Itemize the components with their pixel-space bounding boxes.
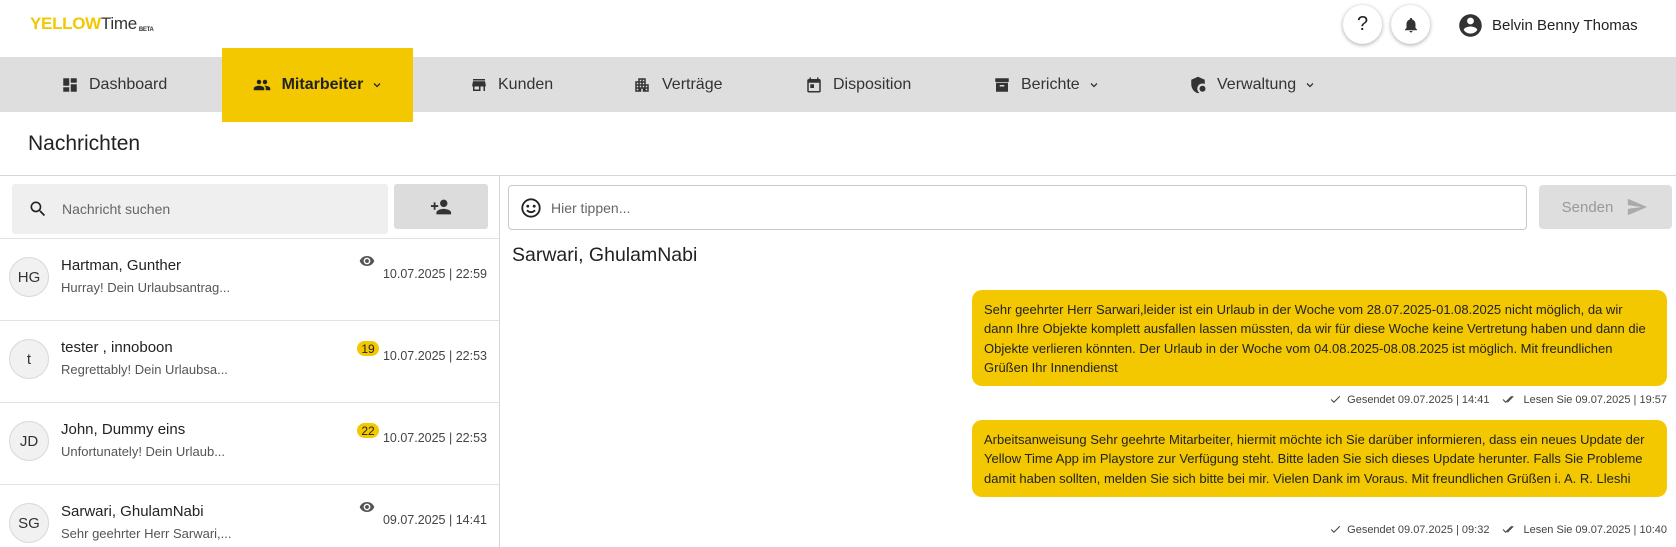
person-add-icon bbox=[430, 199, 452, 214]
check-icon bbox=[1330, 395, 1341, 403]
admin-shield-icon bbox=[1191, 76, 1206, 93]
divider bbox=[0, 175, 1676, 176]
nav-dashboard[interactable]: Dashboard bbox=[61, 57, 167, 112]
page-title: Nachrichten bbox=[28, 132, 141, 155]
message-bubble: Arbeitsanweisung Sehr geehrte Mitarbeite… bbox=[972, 420, 1667, 497]
user-menu[interactable]: Belvin Benny Thomas bbox=[1457, 12, 1638, 39]
send-label: Senden bbox=[1561, 198, 1614, 216]
avatar: HG bbox=[9, 257, 49, 297]
account-circle-icon bbox=[1459, 14, 1482, 37]
message-input[interactable] bbox=[551, 199, 1451, 216]
notifications-button[interactable] bbox=[1391, 5, 1430, 44]
contract-building-icon bbox=[635, 77, 649, 92]
emoji-icon[interactable] bbox=[520, 197, 542, 219]
nav-vertraege[interactable]: Verträge bbox=[632, 57, 722, 112]
check-icon bbox=[1330, 525, 1341, 533]
chevron-down-icon bbox=[1090, 82, 1098, 87]
unread-badge: 22 bbox=[357, 423, 379, 438]
nav-verwaltung[interactable]: Verwaltung bbox=[1189, 57, 1316, 112]
nav-kunden-label: Kunden bbox=[498, 75, 554, 93]
double-check-icon bbox=[1503, 525, 1515, 533]
logo-beta: BETA bbox=[138, 27, 154, 33]
eye-icon bbox=[359, 256, 375, 266]
nav-dashboard-label: Dashboard bbox=[89, 75, 168, 93]
nav-mitarbeiter-label: Mitarbeiter bbox=[281, 76, 364, 93]
conversation-time: 10.07.2025 | 22:59 bbox=[382, 267, 487, 281]
conversation-preview: Sehr geehrter Herr Sarwari,... bbox=[61, 526, 232, 541]
conversation-item[interactable]: t tester , innoboon Regrettably! Dein Ur… bbox=[0, 320, 499, 402]
nav-disposition[interactable]: Disposition bbox=[805, 57, 911, 112]
avatar: JD bbox=[9, 421, 49, 461]
archive-icon bbox=[995, 77, 1009, 92]
help-button[interactable]: ? bbox=[1343, 5, 1382, 44]
message-meta: Gesendet 09.07.2025 | 14:41 Lesen Sie 09… bbox=[1329, 393, 1667, 406]
avatar: t bbox=[9, 339, 49, 379]
conversation-name: John, Dummy eins bbox=[61, 421, 186, 438]
nav-kunden[interactable]: Kunden bbox=[470, 57, 553, 112]
bell-icon bbox=[1404, 17, 1417, 32]
logo-time: Time bbox=[100, 14, 137, 33]
main-nav: Dashboard Mitarbeiter Kunden Verträge Di… bbox=[0, 48, 1676, 122]
eye-icon bbox=[359, 502, 375, 512]
nav-disposition-label: Disposition bbox=[833, 75, 912, 93]
people-icon bbox=[253, 79, 270, 91]
pane-divider bbox=[499, 176, 500, 547]
sent-status: Gesendet 09.07.2025 | 09:32 bbox=[1347, 523, 1490, 536]
conversation-preview: Hurray! Dein Urlaubsantrag... bbox=[61, 280, 231, 295]
search-input[interactable] bbox=[62, 201, 362, 217]
chat-title: Sarwari, GhulamNabi bbox=[512, 244, 698, 266]
send-button[interactable]: Senden bbox=[1539, 185, 1672, 229]
avatar: SG bbox=[9, 503, 49, 543]
chevron-down-icon bbox=[373, 83, 381, 88]
user-name: Belvin Benny Thomas bbox=[1492, 17, 1638, 34]
double-check-icon bbox=[1503, 395, 1515, 403]
add-contact-button[interactable] bbox=[394, 184, 488, 229]
store-icon bbox=[472, 78, 486, 91]
calendar-icon bbox=[807, 77, 821, 92]
nav-mitarbeiter[interactable]: Mitarbeiter bbox=[222, 48, 413, 122]
conversation-preview: Regrettably! Dein Urlaubsa... bbox=[61, 362, 228, 377]
message-composer bbox=[508, 185, 1527, 230]
nav-verwaltung-label: Verwaltung bbox=[1217, 75, 1297, 93]
read-status: Lesen Sie 09.07.2025 | 19:57 bbox=[1523, 393, 1667, 406]
conversation-preview: Unfortunately! Dein Urlaub... bbox=[61, 444, 226, 459]
dashboard-icon bbox=[63, 77, 77, 92]
search-icon bbox=[30, 201, 46, 217]
read-status: Lesen Sie 09.07.2025 | 10:40 bbox=[1523, 523, 1667, 536]
help-icon: ? bbox=[1356, 13, 1369, 35]
unread-badge: 19 bbox=[357, 341, 379, 356]
search-box bbox=[12, 184, 388, 234]
nav-berichte[interactable]: Berichte bbox=[993, 57, 1100, 112]
logo-yellow: YELLOW bbox=[30, 14, 101, 33]
nav-berichte-label: Berichte bbox=[1021, 75, 1080, 93]
conversation-name: Sarwari, GhulamNabi bbox=[61, 503, 204, 520]
conversation-time: 09.07.2025 | 14:41 bbox=[382, 513, 487, 527]
conversation-item[interactable]: JD John, Dummy eins Unfortunately! Dein … bbox=[0, 402, 499, 484]
sent-status: Gesendet 09.07.2025 | 14:41 bbox=[1347, 393, 1490, 406]
conversation-item[interactable]: SG Sarwari, GhulamNabi Sehr geehrter Her… bbox=[0, 484, 499, 547]
send-icon bbox=[1628, 198, 1648, 216]
message-meta: Gesendet 09.07.2025 | 09:32 Lesen Sie 09… bbox=[1329, 523, 1667, 536]
conversation-item[interactable]: HG Hartman, Gunther Hurray! Dein Urlaubs… bbox=[0, 238, 499, 320]
logo[interactable]: YELLOWTime BETA bbox=[30, 14, 154, 34]
message-bubble: Sehr geehrter Herr Sarwari,leider ist ei… bbox=[972, 290, 1667, 387]
conversation-name: Hartman, Gunther bbox=[61, 257, 182, 274]
nav-vertraege-label: Verträge bbox=[662, 75, 723, 93]
conversation-name: tester , innoboon bbox=[61, 339, 173, 356]
chevron-down-icon bbox=[1306, 82, 1314, 87]
conversation-time: 10.07.2025 | 22:53 bbox=[382, 431, 487, 445]
conversation-time: 10.07.2025 | 22:53 bbox=[382, 349, 487, 363]
